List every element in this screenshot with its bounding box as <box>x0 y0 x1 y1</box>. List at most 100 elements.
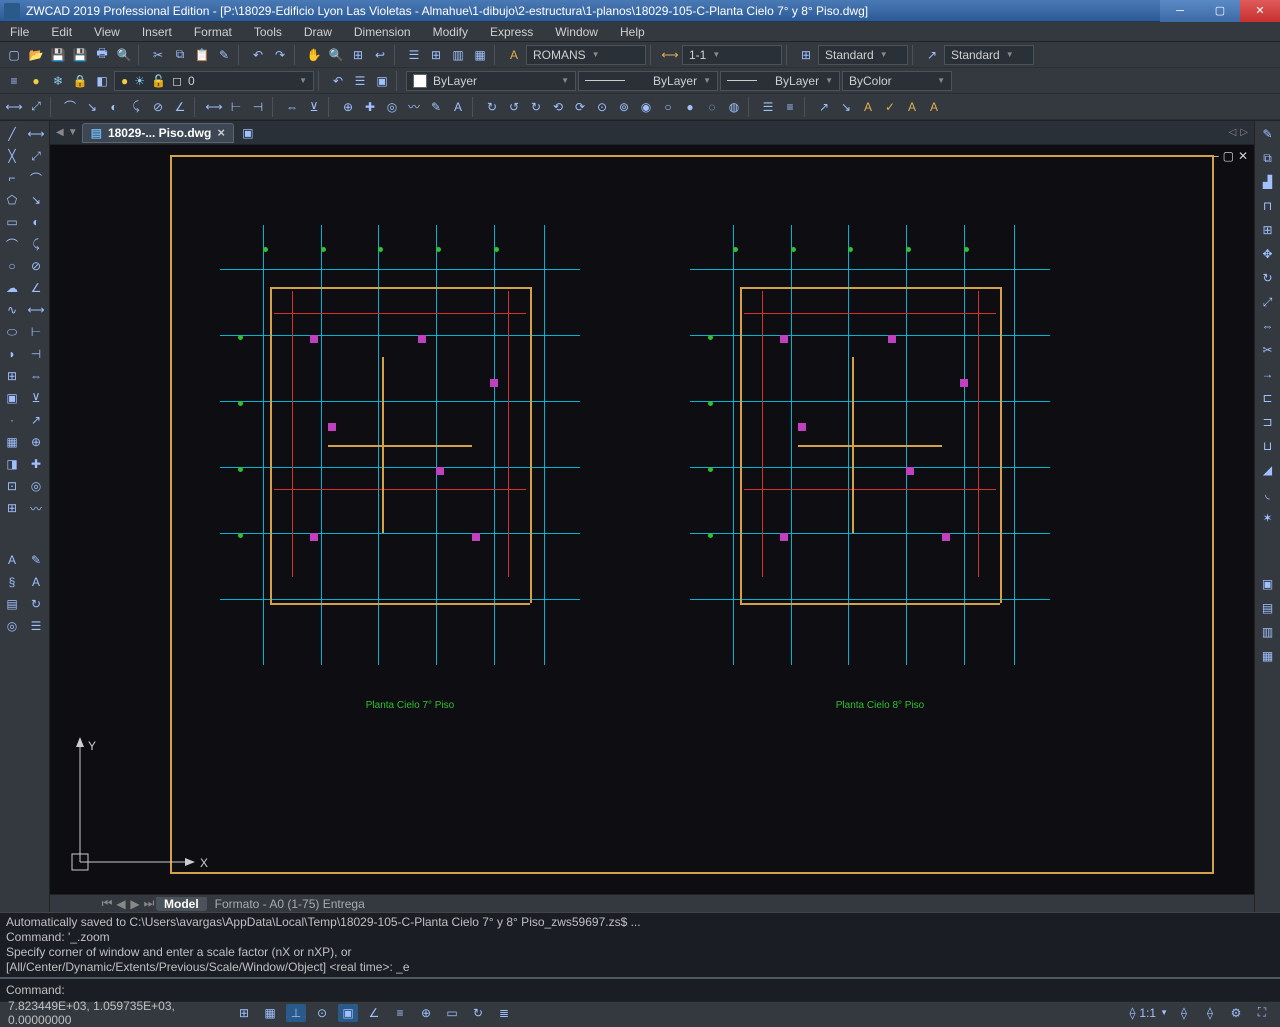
dim-reassoc2-icon[interactable]: ↻ <box>526 97 546 117</box>
open-icon[interactable]: 📂 <box>26 45 46 65</box>
chamfer-icon[interactable]: ◢ <box>1257 459 1279 481</box>
menu-file[interactable]: File <box>10 25 29 39</box>
dim-reassoc1-icon[interactable]: ↺ <box>504 97 524 117</box>
model-tab[interactable]: Model <box>156 897 207 911</box>
circle-icon[interactable]: ○ <box>0 255 24 277</box>
polar-toggle[interactable]: ⊙ <box>312 1004 332 1022</box>
menu-edit[interactable]: Edit <box>51 25 72 39</box>
color-dropdown[interactable]: ByLayer ▼ <box>406 71 576 91</box>
tol-icon[interactable]: ⊕ <box>338 97 358 117</box>
layout-prev-icon[interactable]: ◀ <box>114 897 128 911</box>
command-input[interactable] <box>71 983 1274 997</box>
dim-edit-icon[interactable]: ✎ <box>426 97 446 117</box>
extend-icon[interactable]: → <box>1257 363 1279 385</box>
preview-icon[interactable]: 🔍 <box>114 45 134 65</box>
dim-base2-icon[interactable]: ⊢ <box>24 321 48 343</box>
dim-cont-icon[interactable]: ⊣ <box>248 97 268 117</box>
menu-view[interactable]: View <box>94 25 120 39</box>
dim-dia-icon[interactable]: ⊘ <box>148 97 168 117</box>
arc-icon[interactable]: ⌒ <box>0 233 24 255</box>
tool-palettes-icon[interactable]: ▥ <box>448 45 468 65</box>
dim-extra3-icon[interactable]: ◉ <box>636 97 656 117</box>
dim-break-icon[interactable]: ⊻ <box>304 97 324 117</box>
menu-format[interactable]: Format <box>194 25 232 39</box>
join-icon[interactable]: ⊔ <box>1257 435 1279 457</box>
center-mark-icon[interactable]: ✚ <box>360 97 380 117</box>
dim-arc-icon[interactable]: ⌒ <box>60 97 80 117</box>
mleader-add-icon[interactable]: ↘ <box>836 97 856 117</box>
table-icon[interactable]: ⊞ <box>0 497 24 519</box>
dim-break2-icon[interactable]: ⊻ <box>24 387 48 409</box>
workspace-icon[interactable]: ⚙ <box>1226 1004 1246 1022</box>
dim-extra7-icon[interactable]: ◍ <box>724 97 744 117</box>
saveas-icon[interactable]: 💾 <box>70 45 90 65</box>
ellipse-icon[interactable]: ⬭ <box>0 321 24 343</box>
props-icon[interactable]: ☰ <box>404 45 424 65</box>
group3-icon[interactable]: ▥ <box>1257 621 1279 643</box>
layer-lock-icon[interactable]: 🔒 <box>70 71 90 91</box>
dim-space-icon[interactable]: ⇔ <box>282 97 302 117</box>
offset-icon[interactable]: ⊓ <box>1257 195 1279 217</box>
centermark-icon[interactable]: ✚ <box>24 453 48 475</box>
dim-ang2-icon[interactable]: ∠ <box>24 277 48 299</box>
layer-on-icon[interactable]: ● <box>26 71 46 91</box>
dim-extra2-icon[interactable]: ⊚ <box>614 97 634 117</box>
dimstyle-icon[interactable]: ☰ <box>24 615 48 637</box>
text-single-icon[interactable]: ≡ <box>780 97 800 117</box>
annotation-scale[interactable]: ⟠ 1:1 ▼ <box>1129 1006 1168 1020</box>
new-tab-icon[interactable]: ▣ <box>238 124 258 142</box>
menu-help[interactable]: Help <box>620 25 645 39</box>
group4-icon[interactable]: ▦ <box>1257 645 1279 667</box>
table-style-dropdown[interactable]: Standard▼ <box>944 45 1034 65</box>
group2-icon[interactable]: ▤ <box>1257 597 1279 619</box>
new-icon[interactable]: ▢ <box>4 45 24 65</box>
pline-icon[interactable]: ⌐ <box>0 167 24 189</box>
wipeout-icon[interactable]: ▤ <box>0 593 24 615</box>
trim-icon[interactable]: ✂ <box>1257 339 1279 361</box>
dim-over1-icon[interactable]: ⟲ <box>548 97 568 117</box>
mirror-icon[interactable]: ▟ <box>1257 171 1279 193</box>
zoom-prev-icon[interactable]: ↩ <box>370 45 390 65</box>
text-mline-icon[interactable]: ☰ <box>758 97 778 117</box>
dim-base-icon[interactable]: ⊢ <box>226 97 246 117</box>
break-pt-icon[interactable]: ⊏ <box>1257 387 1279 409</box>
jog-line-icon[interactable]: 〰 <box>404 97 424 117</box>
erase-icon[interactable]: ✎ <box>1257 123 1279 145</box>
tab-close-icon[interactable]: × <box>217 125 225 140</box>
paste-icon[interactable]: 📋 <box>192 45 212 65</box>
text-style-icon[interactable]: A <box>504 45 524 65</box>
layer-color-icon[interactable]: ◧ <box>92 71 112 91</box>
stretch-icon[interactable]: ⇔ <box>1257 315 1279 337</box>
plot-icon[interactable]: 🖶 <box>92 45 112 65</box>
rectangle-icon[interactable]: ▭ <box>0 211 24 233</box>
dimedit-icon[interactable]: ✎ <box>24 549 48 571</box>
zoom-rt-icon[interactable]: 🔍 <box>326 45 346 65</box>
dim-ang-icon[interactable]: ∠ <box>170 97 190 117</box>
region-icon[interactable]: ⊡ <box>0 475 24 497</box>
zoom-win-icon[interactable]: ⊞ <box>348 45 368 65</box>
array-icon[interactable]: ⊞ <box>1257 219 1279 241</box>
helix-icon[interactable]: § <box>0 571 24 593</box>
revcloud-icon[interactable]: ☁ <box>0 277 24 299</box>
doc-max-icon[interactable]: ▢ <box>1223 149 1234 163</box>
fillet-icon[interactable]: ◟ <box>1257 483 1279 505</box>
text-style-dropdown[interactable]: ROMANS▼ <box>526 45 646 65</box>
layer-state-icon[interactable]: ☰ <box>350 71 370 91</box>
leader-icon[interactable]: ↗ <box>24 409 48 431</box>
donut-icon[interactable]: ◎ <box>0 615 24 637</box>
anno-auto-icon[interactable]: ⟠ <box>1200 1004 1220 1022</box>
cycle-toggle[interactable]: ↻ <box>468 1004 488 1022</box>
explode-icon[interactable]: ✶ <box>1257 507 1279 529</box>
model-toggle[interactable]: ▭ <box>442 1004 462 1022</box>
menu-dimension[interactable]: Dimension <box>354 25 411 39</box>
otrack-toggle[interactable]: ∠ <box>364 1004 384 1022</box>
tab-split2-icon[interactable]: ▷ <box>1240 127 1248 138</box>
layout-next-icon[interactable]: ▶ <box>128 897 142 911</box>
gradient-icon[interactable]: ◨ <box>0 453 24 475</box>
dim-aligned2-icon[interactable]: ⤢ <box>24 145 48 167</box>
tolerance-icon[interactable]: ⊕ <box>24 431 48 453</box>
dim-rad2-icon[interactable]: ◐ <box>24 211 48 233</box>
dim-extra1-icon[interactable]: ⊙ <box>592 97 612 117</box>
dim-update-icon[interactable]: ↻ <box>482 97 502 117</box>
snap-toggle[interactable]: ⊞ <box>234 1004 254 1022</box>
